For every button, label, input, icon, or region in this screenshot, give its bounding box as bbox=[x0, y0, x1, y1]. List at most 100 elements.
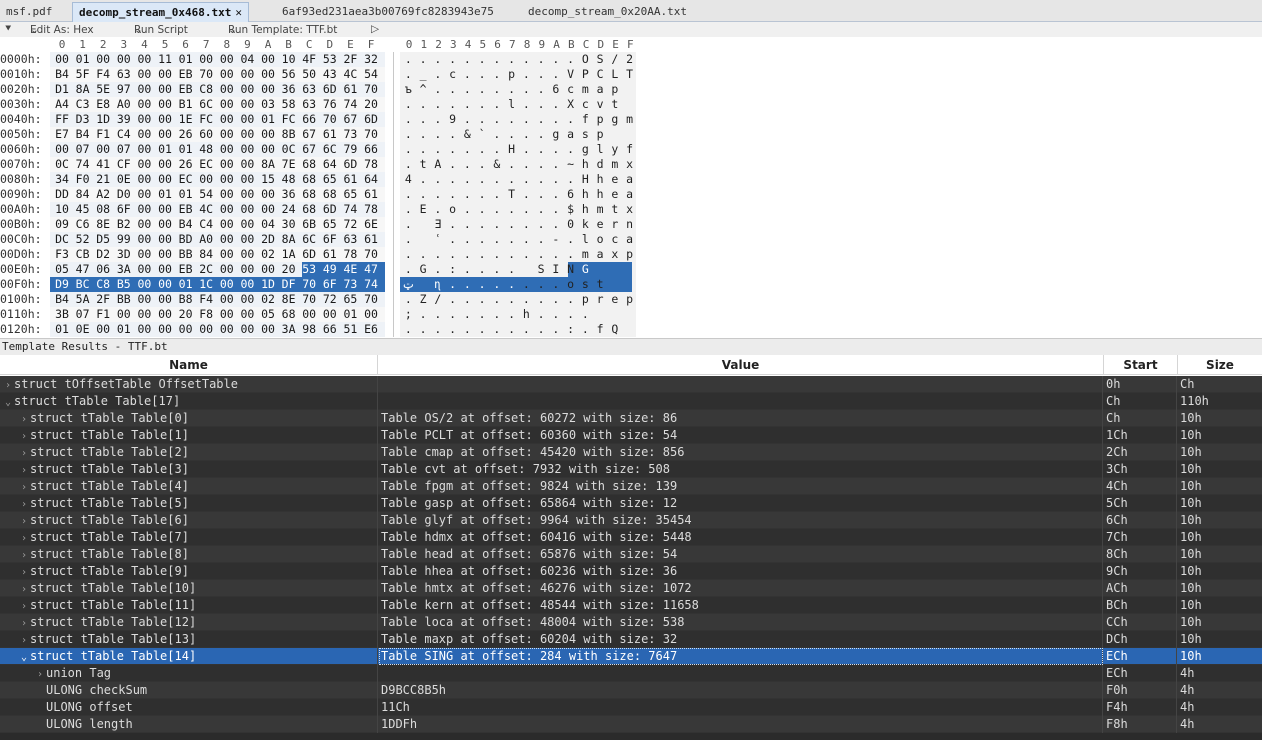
row-value[interactable]: Table hhea at offset: 60236 with size: 3… bbox=[379, 563, 1103, 580]
hex-byte[interactable]: 00 bbox=[237, 217, 257, 232]
ascii-char[interactable]: . bbox=[475, 307, 490, 322]
ascii-char[interactable]: . bbox=[490, 127, 505, 142]
ascii-char[interactable]: . bbox=[460, 82, 475, 97]
ascii-char[interactable]: H bbox=[578, 172, 593, 187]
ascii-char[interactable]: . bbox=[504, 112, 519, 127]
hex-byte[interactable]: 07 bbox=[73, 307, 93, 322]
hex-byte[interactable]: F1 bbox=[93, 127, 113, 142]
ascii-char[interactable]: . bbox=[460, 172, 475, 187]
ascii-char[interactable]: . bbox=[416, 142, 431, 157]
hex-byte[interactable]: 00 bbox=[134, 112, 154, 127]
ascii-char[interactable]: s bbox=[578, 127, 593, 142]
ascii-char[interactable]: c bbox=[608, 232, 623, 247]
ascii-char[interactable]: . bbox=[504, 217, 519, 232]
hex-byte[interactable]: 00 bbox=[52, 52, 72, 67]
ascii-char[interactable]: a bbox=[622, 187, 637, 202]
hex-byte[interactable]: 00 bbox=[217, 277, 237, 292]
hex-byte[interactable]: 00 bbox=[134, 322, 154, 337]
collapse-icon[interactable]: ⯆ bbox=[4, 23, 12, 36]
template-row[interactable]: ULONG length 1DDFh F8h 4h bbox=[0, 716, 1262, 733]
hex-byte[interactable]: 0E bbox=[73, 322, 93, 337]
ascii-char[interactable]: . bbox=[578, 322, 593, 337]
ascii-char[interactable]: . bbox=[549, 142, 564, 157]
hex-byte[interactable]: 00 bbox=[217, 247, 237, 262]
ascii-char[interactable]: m bbox=[578, 82, 593, 97]
ascii-char[interactable]: . bbox=[460, 247, 475, 262]
ascii-char[interactable]: . bbox=[460, 67, 475, 82]
template-row[interactable]: › struct tTable Table[12] Table loca at of… bbox=[0, 614, 1262, 631]
ascii-char[interactable]: . bbox=[504, 292, 519, 307]
hex-byte[interactable]: 00 bbox=[258, 187, 278, 202]
hex-byte[interactable]: 00 bbox=[134, 172, 154, 187]
hex-byte[interactable]: D2 bbox=[93, 247, 113, 262]
ascii-char[interactable]: t bbox=[593, 277, 608, 292]
hex-byte[interactable]: 34 bbox=[52, 172, 72, 187]
ascii-char[interactable]: . bbox=[460, 142, 475, 157]
expand-right-icon[interactable]: › bbox=[18, 547, 30, 563]
ascii-char[interactable]: . bbox=[490, 217, 505, 232]
hex-byte[interactable]: 00 bbox=[258, 127, 278, 142]
hex-byte[interactable]: 67 bbox=[340, 112, 360, 127]
ascii-char[interactable]: . bbox=[519, 202, 534, 217]
hex-byte[interactable]: 00 bbox=[237, 307, 257, 322]
ascii-char[interactable]: . bbox=[519, 67, 534, 82]
ascii-char[interactable]: r bbox=[593, 292, 608, 307]
column-start[interactable]: Start bbox=[1104, 355, 1178, 375]
ascii-char[interactable]: . bbox=[490, 172, 505, 187]
hex-byte[interactable]: 00 bbox=[217, 262, 237, 277]
hex-byte[interactable]: 99 bbox=[114, 232, 134, 247]
hex-byte[interactable]: 3A bbox=[279, 322, 299, 337]
hex-byte[interactable]: 61 bbox=[340, 172, 360, 187]
hex-byte[interactable]: 74 bbox=[361, 277, 381, 292]
hex-byte[interactable]: CB bbox=[73, 247, 93, 262]
hex-byte[interactable]: 53 bbox=[320, 52, 340, 67]
ascii-char[interactable]: . bbox=[401, 127, 416, 142]
ascii-char[interactable]: . bbox=[534, 127, 549, 142]
hex-byte[interactable]: 4C bbox=[196, 202, 216, 217]
expand-down-icon[interactable]: ⌄ bbox=[2, 394, 14, 410]
hex-byte[interactable]: 58 bbox=[279, 97, 299, 112]
hex-byte[interactable]: 05 bbox=[52, 262, 72, 277]
ascii-char[interactable]: G bbox=[578, 262, 593, 277]
hex-byte[interactable]: 05 bbox=[258, 307, 278, 322]
hex-byte[interactable]: 51 bbox=[340, 322, 360, 337]
ascii-char[interactable]: . bbox=[401, 292, 416, 307]
hex-byte[interactable]: 97 bbox=[114, 82, 134, 97]
ascii-char[interactable]: . bbox=[431, 187, 446, 202]
ascii-char[interactable]: . bbox=[431, 127, 446, 142]
ascii-char[interactable]: . bbox=[401, 97, 416, 112]
ascii-char[interactable]: . bbox=[490, 142, 505, 157]
hex-byte[interactable]: 63 bbox=[114, 67, 134, 82]
ascii-char[interactable]: . bbox=[475, 277, 490, 292]
hex-byte[interactable]: 3B bbox=[52, 307, 72, 322]
ascii-char[interactable]: . bbox=[549, 187, 564, 202]
template-row[interactable]: › struct tTable Table[1] Table PCLT at off… bbox=[0, 427, 1262, 444]
ascii-char[interactable]: . bbox=[475, 172, 490, 187]
ascii-char[interactable]: . bbox=[549, 97, 564, 112]
hex-byte[interactable]: 1A bbox=[279, 247, 299, 262]
hex-byte[interactable]: C4 bbox=[196, 217, 216, 232]
ascii-char[interactable]: . bbox=[534, 172, 549, 187]
hex-byte[interactable]: 0E bbox=[114, 172, 134, 187]
hex-byte[interactable]: E7 bbox=[52, 127, 72, 142]
row-value[interactable]: Table fpgm at offset: 9824 with size: 13… bbox=[379, 478, 1103, 495]
hex-byte[interactable]: EB bbox=[176, 67, 196, 82]
hex-byte[interactable]: 01 bbox=[114, 322, 134, 337]
ascii-char[interactable]: . bbox=[504, 262, 519, 277]
template-row[interactable]: › struct tTable Table[8] Table head at off… bbox=[0, 546, 1262, 563]
hex-byte[interactable]: 00 bbox=[217, 307, 237, 322]
hex-byte[interactable]: 2F bbox=[340, 52, 360, 67]
hex-byte[interactable]: EC bbox=[196, 157, 216, 172]
hex-byte[interactable]: 00 bbox=[114, 307, 134, 322]
ascii-char[interactable]: T bbox=[622, 67, 637, 82]
ascii-char[interactable]: . bbox=[460, 157, 475, 172]
hex-byte[interactable]: 32 bbox=[361, 52, 381, 67]
hex-byte[interactable]: 00 bbox=[196, 172, 216, 187]
ascii-char[interactable]: . bbox=[460, 112, 475, 127]
ascii-char[interactable]: . bbox=[431, 67, 446, 82]
ascii-char[interactable]: s bbox=[578, 277, 593, 292]
ascii-char[interactable]: S bbox=[593, 52, 608, 67]
ascii-char[interactable]: : bbox=[445, 262, 460, 277]
hex-byte[interactable]: 00 bbox=[155, 232, 175, 247]
hex-byte[interactable]: 68 bbox=[299, 202, 319, 217]
